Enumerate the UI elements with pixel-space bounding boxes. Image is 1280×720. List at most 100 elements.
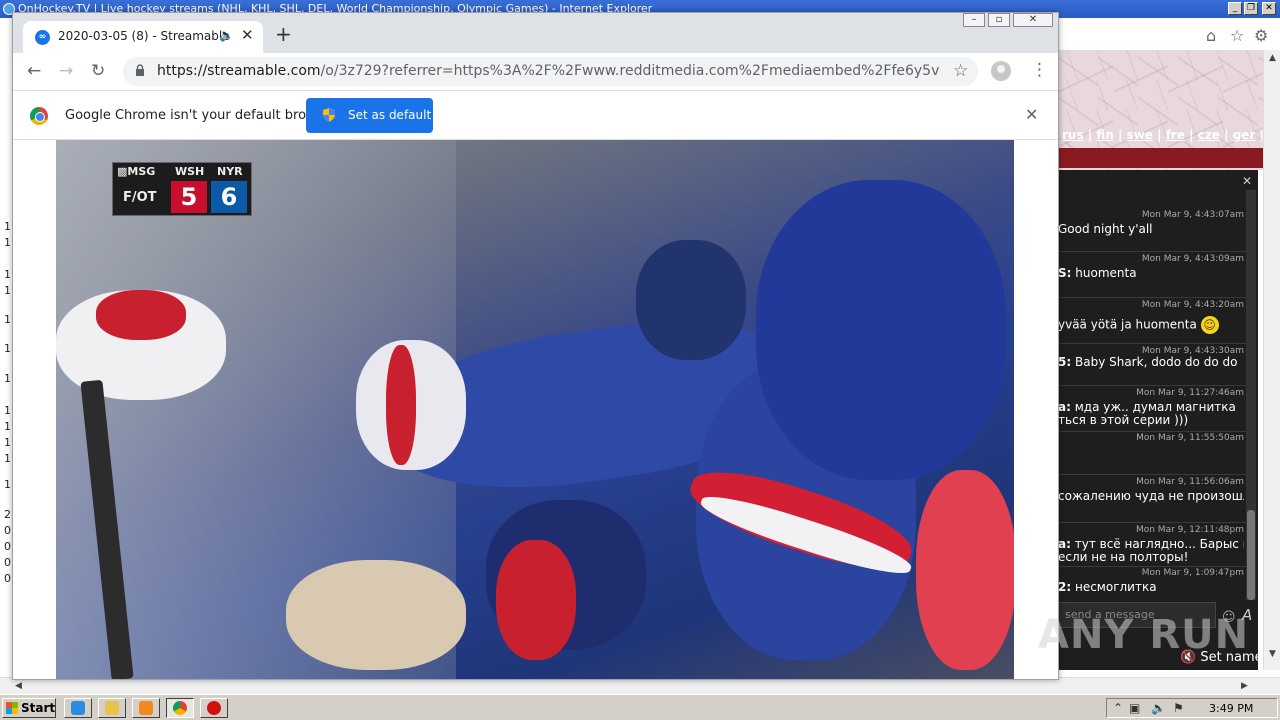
- video-player[interactable]: ▩MSG F/OT WSH NYR 5 6: [56, 140, 1014, 679]
- scroll-down-icon[interactable]: ▼: [1264, 646, 1280, 663]
- chat-author: 2:: [1058, 581, 1072, 594]
- lang-link-swe[interactable]: swe: [1127, 128, 1153, 142]
- lang-link-fin[interactable]: fin: [1096, 128, 1113, 142]
- alert-icon: [207, 701, 221, 715]
- chrome-maximize-button[interactable]: ▫: [988, 13, 1010, 27]
- infobar-message: Google Chrome isn't your default browser: [65, 108, 337, 123]
- start-label: Start: [21, 701, 56, 715]
- chat-message: Mon Mar 9, 11:56:06am сожалению чуда не …: [1058, 477, 1246, 523]
- chat-timestamp: Mon Mar 9, 4:43:07am: [1141, 210, 1244, 220]
- video-frame-shape: [496, 540, 576, 660]
- ie-restore-button[interactable]: ❐: [1244, 2, 1258, 15]
- left-number: 1: [4, 220, 11, 233]
- back-arrow-icon[interactable]: ←: [27, 61, 41, 81]
- chrome-toolbar: ← → ↻ https://streamable.com/o/3z729?ref…: [13, 53, 1058, 90]
- chrome-close-button[interactable]: ✕: [1013, 13, 1053, 27]
- home-score: 6: [211, 181, 247, 213]
- set-as-default-button[interactable]: Set as default: [306, 98, 433, 133]
- audio-playing-icon[interactable]: 🔈: [219, 28, 234, 42]
- favorites-star-icon[interactable]: ☆: [1230, 26, 1244, 45]
- game-period: F/OT: [123, 190, 157, 205]
- ie-minimize-button[interactable]: _: [1228, 2, 1242, 15]
- left-number: 1: [4, 284, 11, 297]
- left-number: 1: [4, 404, 11, 417]
- left-number: 0: [4, 572, 11, 585]
- taskbar-alert[interactable]: [200, 698, 228, 718]
- windows-logo-icon: [6, 702, 18, 714]
- chrome-tab-strip: ∞ 2020-03-05 (8) - Streamable 🔈 ✕ + – ▫ …: [13, 13, 1058, 53]
- chat-timestamp: Mon Mar 9, 4:43:09am: [1141, 254, 1244, 264]
- tray-expand-icon[interactable]: ⌃: [1113, 701, 1123, 715]
- chat-body: huomenta: [1075, 267, 1137, 280]
- page-left-column: 1 1 1 1 1 1 1 1 1 1 1 1 2 0 0 0 0: [0, 50, 12, 677]
- video-frame-shape: [916, 470, 1014, 670]
- home-team: NYR: [217, 165, 243, 178]
- chat-message: Mon Mar 9, 11:55:50am: [1058, 433, 1246, 475]
- lock-icon: [136, 64, 144, 76]
- bookmark-star-icon[interactable]: ☆: [953, 61, 968, 81]
- chat-text: yvää yötä ja huomenta ☺: [1058, 316, 1244, 334]
- address-bar[interactable]: https://streamable.com/o/3z729?referrer=…: [123, 57, 978, 86]
- streamable-favicon-icon: ∞: [35, 30, 50, 45]
- lang-link-fre[interactable]: fre: [1166, 128, 1185, 142]
- chat-author: S:: [1058, 267, 1072, 280]
- taskbar-clock[interactable]: 3:49 PM: [1209, 702, 1253, 715]
- taskbar-chrome[interactable]: [166, 698, 194, 718]
- infobar-close-icon[interactable]: ✕: [1025, 105, 1038, 124]
- tab-close-icon[interactable]: ✕: [241, 26, 254, 44]
- chat-timestamp: Mon Mar 9, 4:43:30am: [1141, 346, 1244, 356]
- video-frame-shape: [386, 345, 416, 465]
- lang-link-rus[interactable]: rus: [1062, 128, 1084, 142]
- chat-close-icon[interactable]: ✕: [1242, 174, 1252, 188]
- away-score: 5: [171, 181, 207, 213]
- set-as-default-label: Set as default: [348, 108, 432, 122]
- left-number: 1: [4, 313, 11, 326]
- ie-icon: [71, 701, 85, 715]
- taskbar-media[interactable]: [132, 698, 160, 718]
- scroll-left-icon[interactable]: ◀: [10, 678, 27, 695]
- ie-vertical-scrollbar[interactable]: ▲ ▼: [1263, 50, 1280, 670]
- video-frame-shape: [756, 180, 1006, 480]
- scroll-up-icon[interactable]: ▲: [1264, 50, 1280, 67]
- left-number: 1: [4, 478, 11, 491]
- ie-close-button[interactable]: ✕: [1262, 2, 1276, 15]
- system-tray: ⌃ ▣ 🔈 ⚑ 3:49 PM: [1106, 698, 1278, 718]
- taskbar-ie[interactable]: [64, 698, 92, 718]
- home-icon[interactable]: ⌂: [1206, 26, 1216, 45]
- profile-avatar-icon[interactable]: [991, 61, 1011, 81]
- tab-title: 2020-03-05 (8) - Streamable: [58, 29, 230, 43]
- network-logo: ▩MSG: [117, 165, 156, 178]
- volume-icon[interactable]: 🔈: [1151, 701, 1166, 715]
- taskbar-explorer[interactable]: [98, 698, 126, 718]
- chat-scrollbar[interactable]: [1246, 190, 1256, 600]
- left-number: 0: [4, 524, 11, 537]
- lang-link-ger[interactable]: ger: [1233, 128, 1256, 142]
- chat-body-cont: если не на полторы!: [1058, 550, 1189, 564]
- chat-timestamp: Mon Mar 9, 4:43:20am: [1141, 300, 1244, 310]
- chrome-minimize-button[interactable]: –: [963, 13, 985, 27]
- chat-text: Good night y'all: [1058, 223, 1153, 236]
- network-icon[interactable]: ▣: [1129, 701, 1140, 715]
- default-browser-infobar: Google Chrome isn't your default browser…: [13, 90, 1058, 140]
- start-button[interactable]: Start: [2, 698, 56, 718]
- action-center-flag-icon[interactable]: ⚑: [1173, 701, 1184, 715]
- chat-body: yvää yötä ja huomenta: [1058, 317, 1197, 332]
- chat-message: Mon Mar 9, 4:43:07am Good night y'all: [1058, 210, 1246, 252]
- network-name: MSG: [127, 165, 156, 178]
- chrome-menu-icon[interactable]: ⋮: [1031, 61, 1048, 79]
- reload-icon[interactable]: ↻: [91, 61, 105, 81]
- chat-panel: ✕ Mon Mar 9, 4:43:07am Good night y'all …: [1058, 170, 1258, 670]
- left-number: 1: [4, 236, 11, 249]
- scroll-right-icon[interactable]: ▶: [1236, 678, 1253, 695]
- url-host: https://streamable.com: [157, 63, 321, 79]
- left-number: 1: [4, 372, 11, 385]
- chat-scrollbar-thumb[interactable]: [1247, 510, 1255, 600]
- lang-link-cze[interactable]: cze: [1198, 128, 1220, 142]
- tab-streamable[interactable]: ∞ 2020-03-05 (8) - Streamable 🔈 ✕: [23, 21, 263, 53]
- forward-arrow-icon[interactable]: →: [59, 61, 73, 81]
- chat-text: а: тут всё наглядно... Барыс на если не н…: [1058, 538, 1244, 564]
- new-tab-button[interactable]: +: [275, 24, 292, 44]
- settings-gear-icon[interactable]: ⚙: [1254, 26, 1268, 45]
- away-team: WSH: [175, 165, 205, 178]
- chat-body: Baby Shark, dodo do do do: [1074, 356, 1238, 369]
